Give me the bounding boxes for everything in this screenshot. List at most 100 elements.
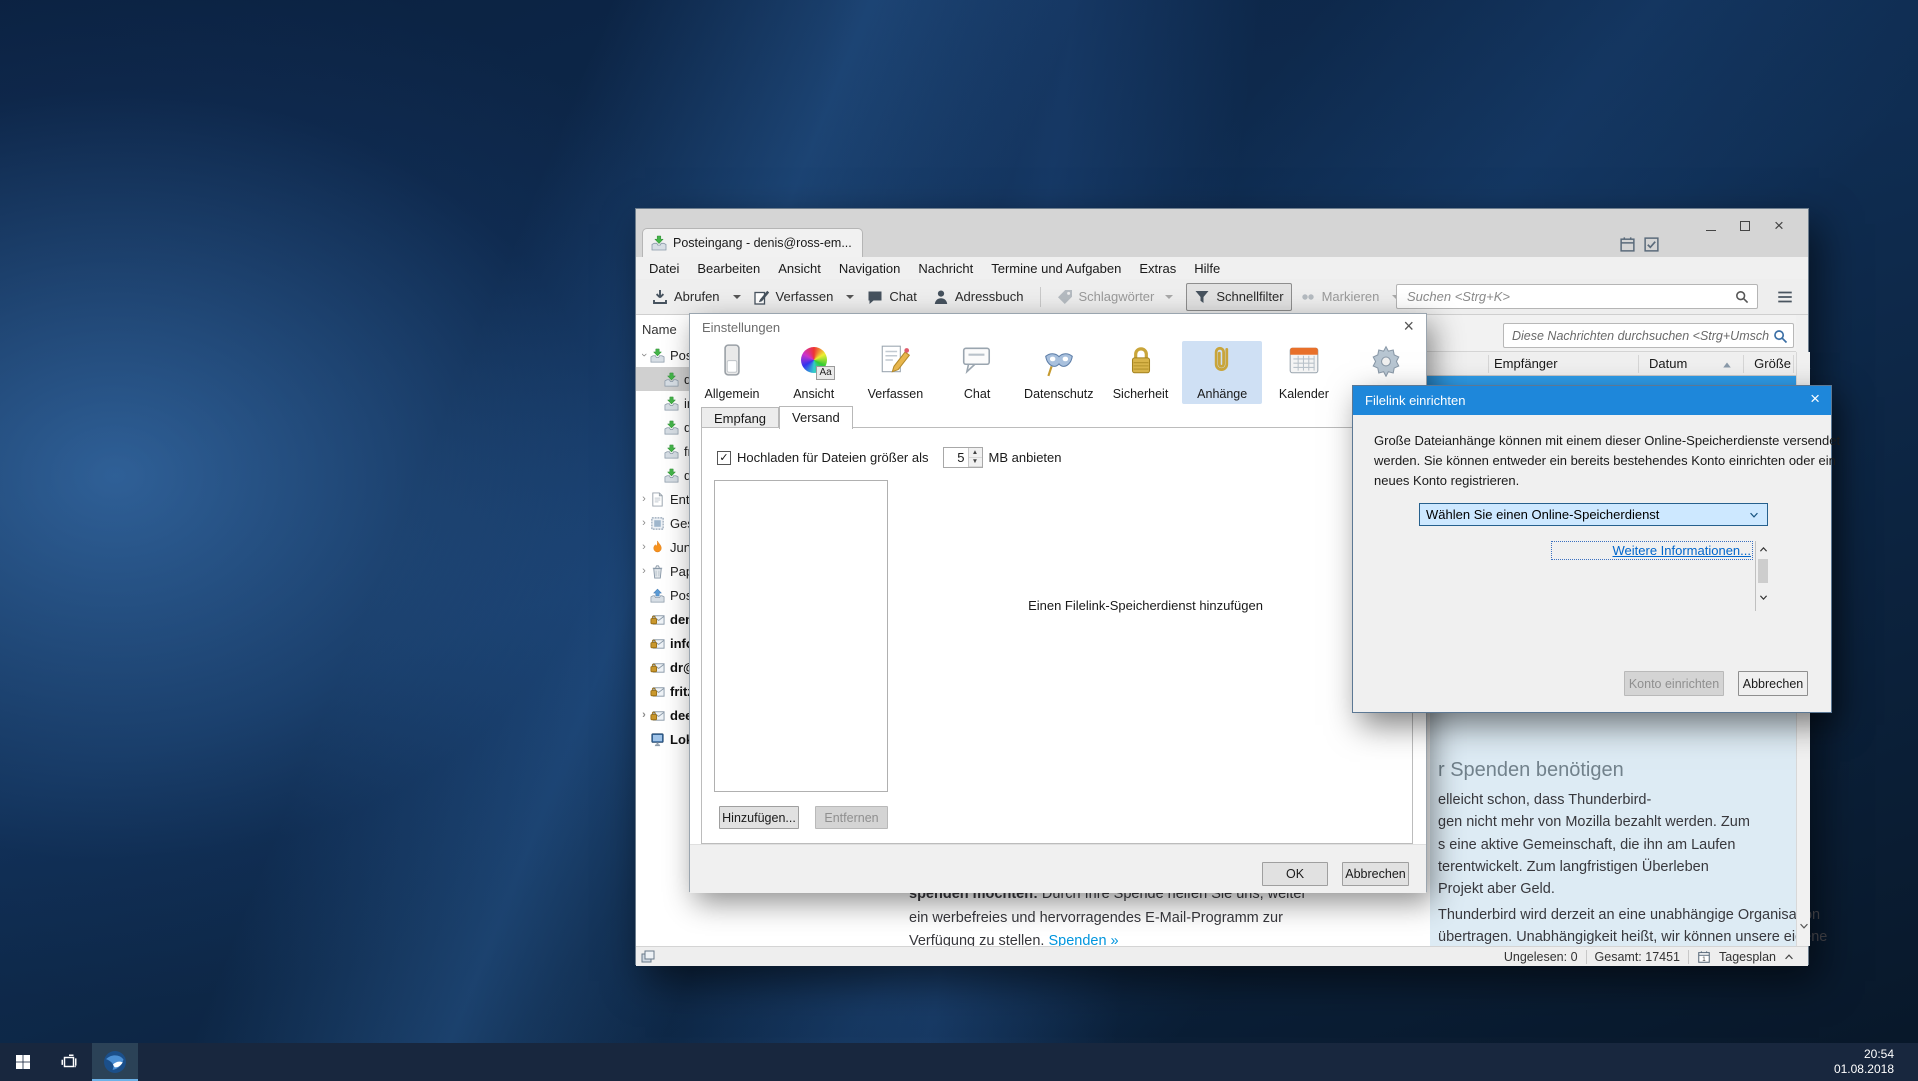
- mail-tab[interactable]: Posteingang - denis@ross-em...: [642, 228, 863, 257]
- maximize-button[interactable]: [1728, 214, 1762, 238]
- size-spinner[interactable]: 5 ▲▼: [943, 447, 983, 468]
- category-datenschutz[interactable]: Datenschutz: [1019, 341, 1099, 404]
- entfernen-button[interactable]: Entfernen: [815, 806, 888, 829]
- expander-icon[interactable]: ›: [638, 541, 650, 553]
- menu-extras[interactable]: Extras: [1130, 261, 1185, 276]
- search-icon: [1773, 329, 1788, 344]
- funnel-icon: [1194, 289, 1210, 305]
- filelink-close-icon[interactable]: ×: [1810, 389, 1820, 409]
- category-ansicht[interactable]: AaAnsicht: [774, 341, 854, 404]
- upload-checkbox[interactable]: ✓: [717, 451, 731, 465]
- expander-icon[interactable]: ›: [638, 709, 650, 721]
- column-groesse[interactable]: Größe: [1748, 356, 1791, 371]
- donation-heading: r Spenden benötigen: [1438, 759, 1624, 782]
- hinzufuegen-button[interactable]: Hinzufügen...: [719, 806, 799, 829]
- sent-icon: [650, 516, 665, 531]
- taskbar-clock[interactable]: 20:54 01.08.2018: [1834, 1047, 1894, 1077]
- minimize-button[interactable]: [1694, 214, 1728, 238]
- weitere-informationen-link[interactable]: Weitere Informationen...: [1553, 543, 1751, 558]
- column-datum[interactable]: Datum: [1649, 356, 1687, 371]
- chevron-up-icon[interactable]: [1784, 952, 1794, 962]
- category-kalender[interactable]: Kalender: [1264, 341, 1344, 404]
- category-allgemein[interactable]: Allgemein: [692, 341, 772, 404]
- tagesplan-calendar-icon: 1: [1697, 950, 1711, 964]
- abrufen-button[interactable]: Abrufen: [644, 283, 728, 311]
- expander-icon[interactable]: ›: [638, 493, 650, 505]
- menu-navigation[interactable]: Navigation: [830, 261, 909, 276]
- verfassen-button[interactable]: Verfassen: [746, 283, 842, 311]
- menu-datei[interactable]: Datei: [640, 261, 688, 276]
- spinner-up-icon[interactable]: ▲: [969, 448, 982, 458]
- cat-chat-icon: [960, 343, 994, 377]
- ok-button[interactable]: OK: [1262, 862, 1328, 886]
- markieren-icon: [1300, 289, 1316, 305]
- clock-time: 20:54: [1834, 1047, 1894, 1062]
- quick-filter-search-input[interactable]: Diese Nachrichten durchsuchen <Strg+Umsc…: [1503, 323, 1794, 348]
- filelink-abbrechen-button[interactable]: Abbrechen: [1738, 671, 1808, 696]
- app-menu-icon[interactable]: [1776, 288, 1794, 306]
- tagesplan-label[interactable]: Tagesplan: [1719, 950, 1776, 964]
- abrufen-dropdown-icon[interactable]: [733, 295, 741, 299]
- menu-termine-und-aufgaben[interactable]: Termine und Aufgaben: [982, 261, 1130, 276]
- markieren-button[interactable]: Markieren: [1292, 283, 1388, 311]
- schnellfilter-button[interactable]: Schnellfilter: [1186, 283, 1291, 311]
- category-sicherheit[interactable]: Sicherheit: [1101, 341, 1181, 404]
- size-value[interactable]: 5: [944, 448, 968, 467]
- window-titlebar[interactable]: Posteingang - denis@ross-em... ×: [636, 209, 1808, 257]
- abbrechen-button[interactable]: Abbrechen: [1342, 862, 1409, 886]
- inbox-icon: [651, 235, 667, 251]
- donation-text-left: spenden möchten: Durch Ihre Spende helfe…: [909, 883, 1306, 954]
- search-placeholder: Suchen <Strg+K>: [1407, 289, 1510, 304]
- tasks-tab-icon[interactable]: [1643, 236, 1660, 253]
- global-search-input[interactable]: Suchen <Strg+K>: [1396, 284, 1758, 309]
- total-count: Gesamt: 17451: [1595, 950, 1680, 964]
- konto-einrichten-button[interactable]: Konto einrichten: [1624, 671, 1724, 696]
- filelink-titlebar[interactable]: Filelink einrichten ×: [1353, 386, 1831, 415]
- category-chat[interactable]: Chat: [937, 341, 1017, 404]
- settings-close-icon[interactable]: ×: [1403, 316, 1414, 337]
- start-button[interactable]: [0, 1043, 46, 1081]
- cat-security-icon: [1124, 343, 1158, 377]
- menu-ansicht[interactable]: Ansicht: [769, 261, 830, 276]
- quick-filter-placeholder: Diese Nachrichten durchsuchen <Strg+Umsc…: [1512, 329, 1769, 343]
- inbox-icon: [664, 396, 679, 411]
- tab-versand[interactable]: Versand: [779, 406, 853, 429]
- provider-listbox[interactable]: [714, 480, 888, 792]
- category-anhnge[interactable]: Anhänge: [1182, 341, 1262, 404]
- scroll-down-icon[interactable]: [1799, 921, 1809, 931]
- toolbar-separator: [1040, 287, 1041, 307]
- expander-icon[interactable]: ›: [638, 349, 650, 361]
- chevron-down-icon: [1749, 510, 1759, 520]
- task-view-button[interactable]: [46, 1043, 92, 1081]
- sort-ascending-icon: [1722, 360, 1732, 370]
- thunderbird-taskbar-button[interactable]: [92, 1043, 138, 1081]
- expander-icon[interactable]: ›: [638, 517, 650, 529]
- provider-dropdown[interactable]: Wählen Sie einen Online-Speicherdienst: [1419, 503, 1768, 526]
- versand-panel: ✓ Hochladen für Dateien größer als 5 ▲▼ …: [701, 427, 1413, 844]
- calendar-tab-icon[interactable]: [1619, 236, 1636, 253]
- adressbuch-button[interactable]: Adressbuch: [925, 283, 1032, 311]
- status-bar: Ungelesen: 0 Gesamt: 17451 1 Tagesplan: [636, 946, 1808, 966]
- scrollbar-thumb[interactable]: [1758, 559, 1768, 583]
- menu-nachricht[interactable]: Nachricht: [909, 261, 982, 276]
- category-verfassen[interactable]: Verfassen: [855, 341, 935, 404]
- menu-bearbeiten[interactable]: Bearbeiten: [688, 261, 769, 276]
- status-divider: [1688, 950, 1689, 964]
- tab-empfang[interactable]: Empfang: [701, 407, 779, 428]
- expander-icon[interactable]: ›: [638, 565, 650, 577]
- account-icon: [650, 612, 665, 627]
- menu-bar: DateiBearbeitenAnsichtNavigationNachrich…: [636, 257, 1808, 279]
- verfassen-dropdown-icon[interactable]: [846, 295, 854, 299]
- scroll-up-icon[interactable]: [1759, 545, 1768, 554]
- cat-composition-icon: [878, 343, 912, 377]
- chat-button[interactable]: Chat: [859, 283, 924, 311]
- cat-general-icon: [715, 343, 749, 377]
- scroll-down-icon[interactable]: [1759, 593, 1768, 602]
- spinner-down-icon[interactable]: ▼: [969, 458, 982, 468]
- schlagwoerter-button[interactable]: Schlagwörter: [1049, 283, 1187, 311]
- menu-hilfe[interactable]: Hilfe: [1185, 261, 1229, 276]
- column-empfaenger[interactable]: Empfänger: [1494, 356, 1558, 371]
- close-button[interactable]: ×: [1762, 214, 1796, 238]
- account-icon: [650, 708, 665, 723]
- provider-list-scrollbar[interactable]: [1755, 541, 1769, 611]
